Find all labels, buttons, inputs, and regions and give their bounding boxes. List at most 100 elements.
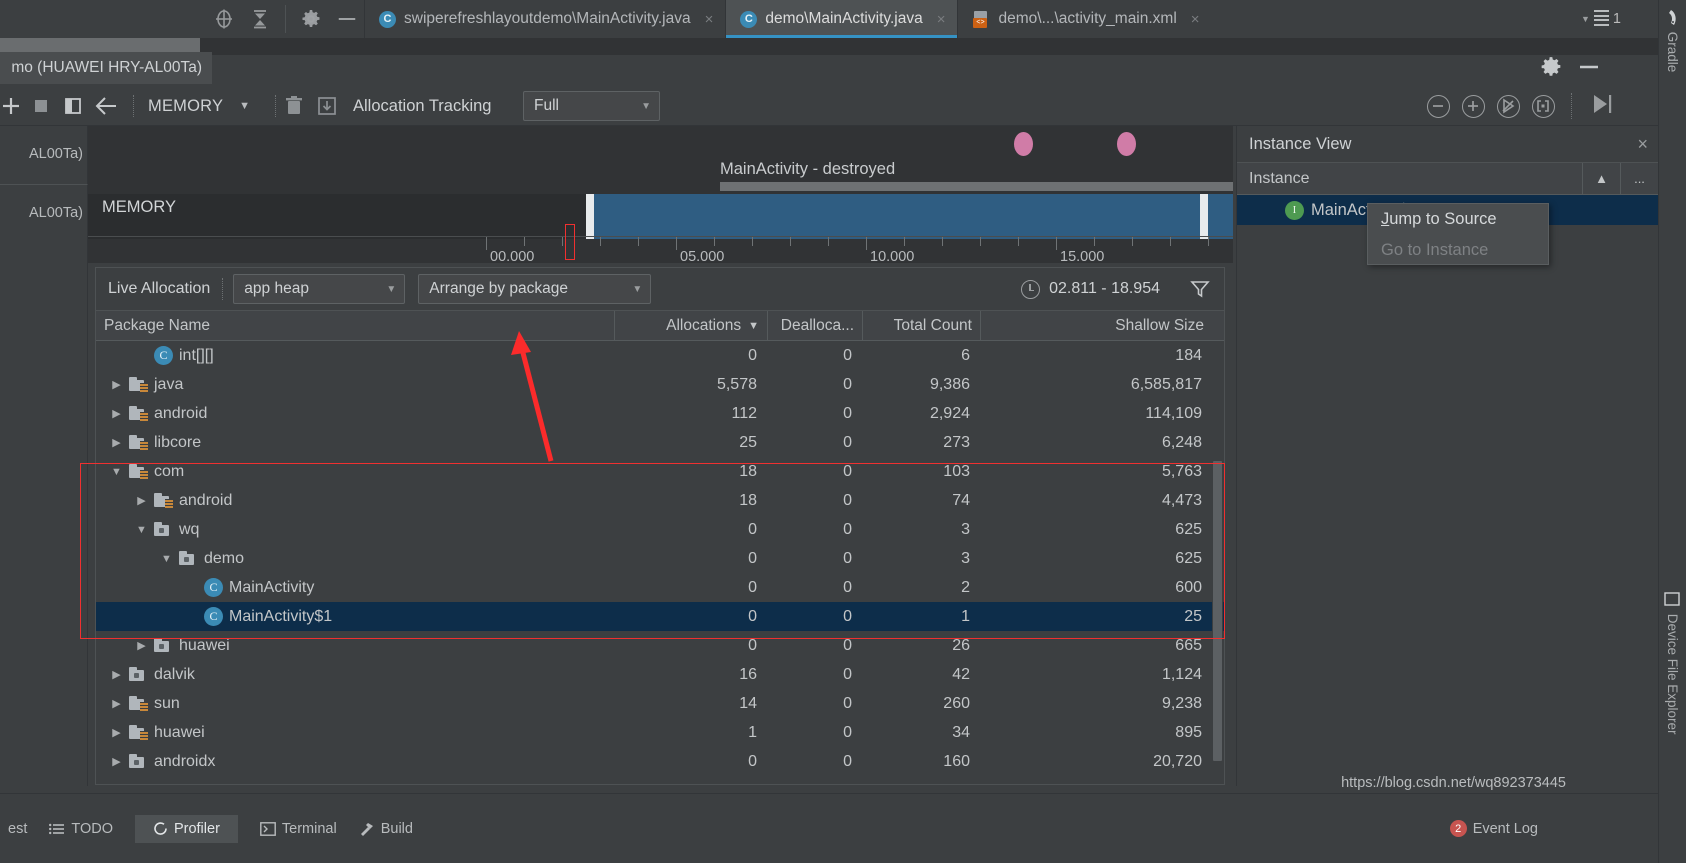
memory-usage-track[interactable] — [88, 194, 1233, 239]
close-icon[interactable]: × — [705, 11, 714, 28]
expander-expand-icon[interactable]: ▶ — [135, 494, 148, 507]
gradle-tool-tab[interactable]: Gradle — [1658, 4, 1686, 78]
expander-expand-icon[interactable]: ▶ — [110, 697, 123, 710]
close-icon[interactable]: × — [937, 11, 946, 28]
status-item-terminal[interactable]: Terminal — [260, 821, 337, 837]
profiler-window-icons — [205, 0, 358, 38]
expander-expand-icon[interactable]: ▶ — [110, 378, 123, 391]
java-package-icon — [129, 696, 148, 711]
arrange-select[interactable]: Arrange by package ▼ — [418, 274, 652, 304]
table-row[interactable]: ▶ huawei 0 0 26 665 — [96, 631, 1224, 660]
column-header-package-name[interactable]: Package Name — [96, 311, 614, 340]
table-row[interactable]: ▶ dalvik 16 0 42 1,124 — [96, 660, 1224, 689]
tab-list-icon[interactable] — [1593, 10, 1609, 28]
gear-icon[interactable] — [300, 8, 322, 30]
table-row[interactable]: ▶ android 18 0 74 4,473 — [96, 486, 1224, 515]
profiler-panel-bar — [0, 38, 1658, 55]
force-garbage-collection-button[interactable] — [284, 86, 304, 126]
table-row[interactable]: ▶ sun 14 0 260 9,238 — [96, 689, 1224, 718]
add-session-button[interactable] — [0, 86, 24, 126]
device-session-chip[interactable]: mo (HUAWEI HRY-AL00Ta) — [0, 52, 212, 84]
chevron-down-icon[interactable]: ▼ — [239, 100, 250, 112]
stop-session-button[interactable] — [30, 86, 52, 126]
allocations-cell: 112 — [731, 404, 757, 422]
heap-select[interactable]: app heap ▼ — [233, 274, 406, 304]
timeline-cursor-start[interactable] — [586, 194, 594, 239]
column-header-deallocations[interactable]: Dealloca... — [767, 311, 862, 340]
column-header-total-count[interactable]: Total Count — [862, 311, 980, 340]
close-icon[interactable]: × — [1637, 134, 1648, 155]
profiler-stage-selector[interactable]: MEMORY ▼ — [148, 86, 250, 126]
total-count-cell: 273 — [943, 433, 970, 451]
instance-sort-button[interactable]: ▲ — [1582, 162, 1620, 195]
deallocations-cell: 0 — [843, 346, 852, 364]
zoom-out-button[interactable] — [1427, 94, 1450, 118]
status-item-profiler[interactable]: Profiler — [134, 814, 238, 843]
status-item-build[interactable]: Build — [359, 821, 413, 837]
expander-collapse-icon[interactable]: ▼ — [110, 466, 123, 478]
column-header-allocations[interactable]: Allocations ▼ — [614, 311, 767, 340]
chevron-down-icon[interactable]: ▼ — [1581, 14, 1590, 24]
instance-more-button[interactable]: ... — [1620, 162, 1658, 195]
expander-expand-icon[interactable]: ▶ — [110, 726, 123, 739]
target-icon[interactable] — [213, 8, 235, 30]
allocation-tracking-select[interactable]: Full ▼ — [523, 91, 660, 121]
expander-expand-icon[interactable]: ▶ — [110, 407, 123, 420]
status-item-event-log[interactable]: 2 Event Log — [1449, 820, 1538, 837]
session-item-1[interactable]: AL00Ta) — [0, 126, 88, 184]
toggle-sessions-panel-button[interactable] — [62, 86, 84, 126]
zoom-in-button[interactable] — [1462, 94, 1485, 118]
timeline-cursor-end[interactable] — [1200, 194, 1208, 239]
row-name-label: com — [154, 462, 185, 480]
back-button[interactable] — [94, 86, 120, 126]
device-file-explorer-tab[interactable]: Device File Explorer — [1658, 585, 1686, 741]
profiler-settings-gear-icon[interactable] — [1540, 56, 1562, 78]
profiler-minimize-icon[interactable] — [1576, 56, 1602, 78]
expander-expand-icon[interactable]: ▶ — [110, 668, 123, 681]
column-header-shallow-size[interactable]: Shallow Size — [980, 311, 1212, 340]
total-count-cell: 2,924 — [929, 404, 970, 422]
attach-to-live-button[interactable] — [1588, 91, 1616, 122]
allocation-table[interactable]: Package Name Allocations ▼ Dealloca... To… — [95, 311, 1225, 785]
close-icon[interactable]: × — [1191, 11, 1200, 28]
table-row[interactable]: C MainActivity 0 0 2 600 — [96, 573, 1224, 602]
zoom-to-selection-button[interactable] — [1532, 94, 1555, 118]
editor-tab-0[interactable]: C swiperefreshlayoutdemo\MainActivity.ja… — [364, 0, 725, 38]
activity-event-bar[interactable] — [720, 182, 1233, 191]
event-dot[interactable] — [1117, 132, 1136, 156]
table-row[interactable]: Cint[][] 0 0 6 184 — [96, 341, 1224, 370]
table-row[interactable]: ▼ wq 0 0 3 625 — [96, 515, 1224, 544]
status-item-est[interactable]: est — [8, 821, 27, 837]
table-row[interactable]: ▶ android 112 0 2,924 114,109 — [96, 399, 1224, 428]
reset-zoom-button[interactable] — [1497, 94, 1520, 118]
session-item-2[interactable]: AL00Ta) — [0, 184, 88, 786]
memory-timeline[interactable]: MainActivity - destroyed MEMORY 00.000 0… — [88, 126, 1233, 265]
table-row[interactable]: C MainActivity$1 0 0 1 25 — [96, 602, 1224, 631]
collapse-icon[interactable] — [249, 8, 271, 30]
expander-expand-icon[interactable]: ▶ — [110, 755, 123, 768]
live-allocation-title: Live Allocation — [108, 280, 211, 297]
editor-tab-2[interactable]: <> demo\...\activity_main.xml × — [957, 0, 1211, 38]
instance-column-label[interactable]: Instance — [1249, 170, 1309, 188]
editor-tab-1[interactable]: C demo\MainActivity.java × — [725, 0, 958, 38]
minimize-icon[interactable] — [336, 8, 358, 30]
table-row[interactable]: ▶ androidx 0 0 160 20,720 — [96, 747, 1224, 776]
context-menu-item-jump-to-source[interactable]: Jump to Source — [1368, 204, 1548, 235]
expander-expand-icon[interactable]: ▶ — [110, 436, 123, 449]
capture-heap-dump-button[interactable] — [316, 86, 338, 126]
expander-expand-icon[interactable]: ▶ — [135, 639, 148, 652]
table-row[interactable]: ▼ demo 0 0 3 625 — [96, 544, 1224, 573]
expander-collapse-icon[interactable]: ▼ — [135, 524, 148, 536]
row-name-label: int[][] — [179, 346, 214, 364]
status-item-todo[interactable]: TODO — [49, 821, 113, 837]
table-row[interactable]: ▶ libcore 25 0 273 6,248 — [96, 428, 1224, 457]
filter-icon[interactable] — [1190, 280, 1210, 298]
table-row[interactable]: ▶ huawei 1 0 34 895 — [96, 718, 1224, 747]
java-class-icon: C — [379, 10, 396, 28]
table-row[interactable]: ▼ com 18 0 103 5,763 — [96, 457, 1224, 486]
total-count-cell: 103 — [943, 462, 970, 480]
event-dot[interactable] — [1014, 132, 1033, 156]
expander-collapse-icon[interactable]: ▼ — [160, 553, 173, 565]
table-row[interactable]: ▶ java 5,578 0 9,386 6,585,817 — [96, 370, 1224, 399]
table-scrollbar[interactable] — [1212, 341, 1223, 784]
